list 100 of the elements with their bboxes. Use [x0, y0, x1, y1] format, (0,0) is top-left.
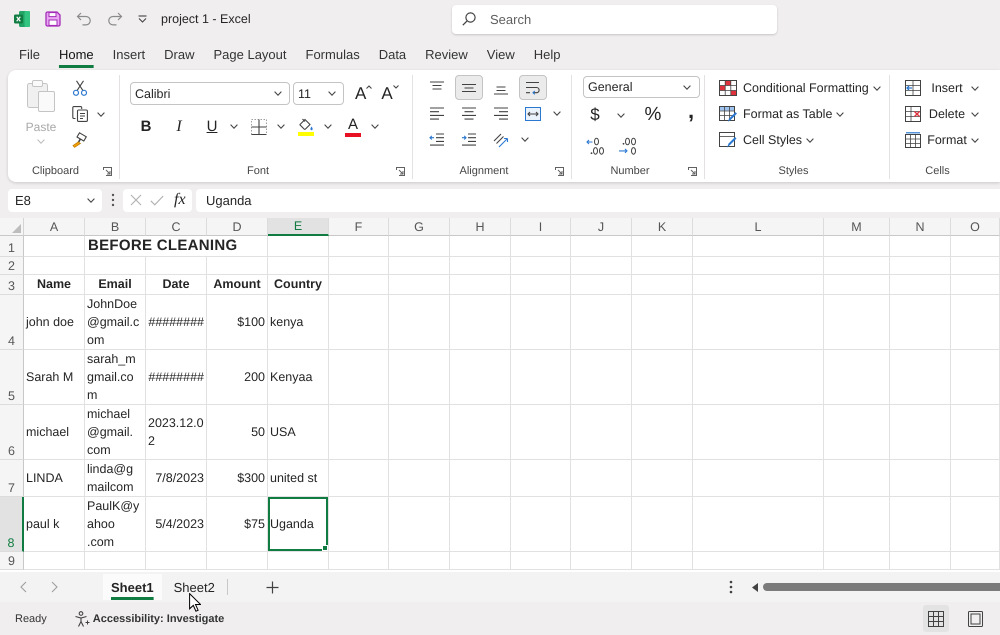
name-box[interactable]: E8: [8, 188, 102, 212]
chevron-down-icon[interactable]: [836, 112, 844, 116]
redo-icon[interactable]: [107, 12, 123, 26]
caret-icon[interactable]: [138, 15, 147, 23]
column-header[interactable]: D: [207, 218, 268, 236]
chevron-down-icon[interactable]: [371, 124, 379, 129]
scrollbar-thumb[interactable]: [763, 583, 1000, 591]
decrease-font-size-button[interactable]: A: [381, 82, 399, 105]
italic-button[interactable]: I: [167, 115, 191, 138]
dialog-launcher-icon[interactable]: [396, 166, 405, 176]
menu-tab[interactable]: File: [19, 40, 40, 68]
chevron-down-icon[interactable]: [521, 137, 529, 142]
row-header[interactable]: 3: [0, 275, 24, 295]
column-header[interactable]: K: [632, 218, 693, 236]
row-header[interactable]: 7: [0, 460, 24, 497]
checkmark-icon[interactable]: [150, 194, 164, 206]
menu-tab[interactable]: Home: [58, 40, 94, 68]
chevron-down-icon[interactable]: [230, 124, 238, 129]
column-header[interactable]: H: [450, 218, 511, 236]
chevron-down-icon[interactable]: [277, 124, 285, 129]
column-header[interactable]: O: [951, 218, 1000, 236]
row-header[interactable]: 1: [0, 236, 24, 257]
conditional-formatting-button[interactable]: Conditional Formatting: [719, 76, 869, 100]
menu-tab[interactable]: Draw: [164, 40, 194, 68]
format-as-table-button[interactable]: Format as Table: [719, 102, 832, 126]
plus-icon[interactable]: [266, 580, 279, 594]
more-options-icon[interactable]: [729, 580, 733, 594]
comma-style-button[interactable]: ,: [679, 104, 703, 126]
row-header[interactable]: 5: [0, 350, 24, 405]
increase-font-size-button[interactable]: A: [355, 82, 372, 105]
formula-field[interactable]: Uganda: [196, 188, 1000, 212]
undo-icon[interactable]: [76, 12, 92, 26]
menu-tab[interactable]: Data: [378, 40, 406, 68]
menu-tab[interactable]: Page Layout: [214, 40, 287, 68]
chevron-down-icon[interactable]: [971, 112, 979, 116]
row-header[interactable]: 9: [0, 552, 24, 570]
column-header[interactable]: E: [268, 218, 329, 236]
number-format-dropdown[interactable]: General: [583, 76, 700, 98]
scroll-left-icon[interactable]: [752, 582, 758, 592]
window-title: project 1 - Excel: [161, 12, 251, 26]
column-label-cell: Date: [146, 275, 207, 295]
column-header[interactable]: C: [146, 218, 207, 236]
align-middle-button[interactable]: [455, 75, 483, 100]
wrap-text-button[interactable]: [519, 75, 547, 100]
font-name-field[interactable]: Calibri: [130, 82, 290, 105]
row-header[interactable]: 2: [0, 257, 24, 275]
chevron-down-icon[interactable]: [971, 138, 979, 142]
chevron-down-icon[interactable]: [971, 86, 979, 90]
column-header[interactable]: M: [824, 218, 890, 236]
chevron-down-icon[interactable]: [324, 124, 332, 129]
fill-handle-icon[interactable]: [322, 545, 328, 551]
insert-button[interactable]: Insert: [905, 76, 967, 100]
row-header[interactable]: 4: [0, 295, 24, 350]
sheet-tab[interactable]: Sheet1: [103, 574, 162, 600]
column-header[interactable]: N: [890, 218, 951, 236]
column-header[interactable]: A: [24, 218, 85, 236]
chevron-down-icon[interactable]: [872, 86, 881, 90]
chevron-down-icon[interactable]: [97, 112, 105, 116]
row-header[interactable]: 6: [0, 405, 24, 460]
menu-tab[interactable]: Formulas: [306, 40, 360, 68]
column-header[interactable]: F: [329, 218, 389, 236]
currency-button[interactable]: $: [583, 104, 607, 126]
font-color-button[interactable]: A: [341, 115, 365, 138]
menu-tab[interactable]: Review: [425, 40, 468, 68]
search-field[interactable]: Search: [452, 4, 777, 34]
dialog-launcher-icon[interactable]: [103, 166, 112, 176]
column-header[interactable]: J: [571, 218, 632, 236]
column-header[interactable]: B: [85, 218, 146, 236]
empty-cell: [890, 552, 951, 570]
normal-view-button[interactable]: [923, 605, 949, 632]
insert-function-button[interactable]: fx: [174, 191, 186, 209]
bold-button[interactable]: B: [134, 115, 158, 138]
decrease-indent-icon: [429, 133, 445, 146]
vertical-dots-icon[interactable]: [111, 193, 115, 207]
column-header[interactable]: L: [693, 218, 824, 236]
chevron-down-icon[interactable]: [553, 111, 561, 116]
font-size-field[interactable]: 11: [293, 82, 344, 105]
dialog-launcher-icon[interactable]: [688, 166, 697, 176]
empty-cell: [450, 275, 511, 295]
format-button[interactable]: Format: [905, 128, 967, 152]
column-header[interactable]: G: [389, 218, 450, 236]
menu-tab[interactable]: Insert: [112, 40, 146, 68]
underline-button[interactable]: U: [200, 115, 224, 138]
delete-button[interactable]: Delete: [905, 102, 967, 126]
empty-cell: [85, 552, 146, 570]
column-header[interactable]: I: [511, 218, 571, 236]
cell-styles-button[interactable]: Cell Styles: [719, 128, 802, 152]
chevron-down-icon[interactable]: [806, 138, 814, 142]
sheet-tab[interactable]: Sheet2: [166, 574, 223, 600]
empty-cell: [890, 405, 951, 460]
spreadsheet-cell: $75: [207, 497, 268, 552]
row-header[interactable]: 8: [0, 497, 24, 552]
menu-tab[interactable]: View: [486, 40, 515, 68]
save-icon[interactable]: [45, 11, 61, 27]
accessibility-button[interactable]: Accessibility: Investigate: [74, 610, 224, 626]
percent-button[interactable]: %: [641, 104, 665, 126]
dialog-launcher-icon[interactable]: [555, 166, 564, 176]
empty-cell: [824, 405, 890, 460]
chevron-down-icon[interactable]: [617, 112, 625, 118]
menu-tab[interactable]: Help: [534, 40, 560, 68]
